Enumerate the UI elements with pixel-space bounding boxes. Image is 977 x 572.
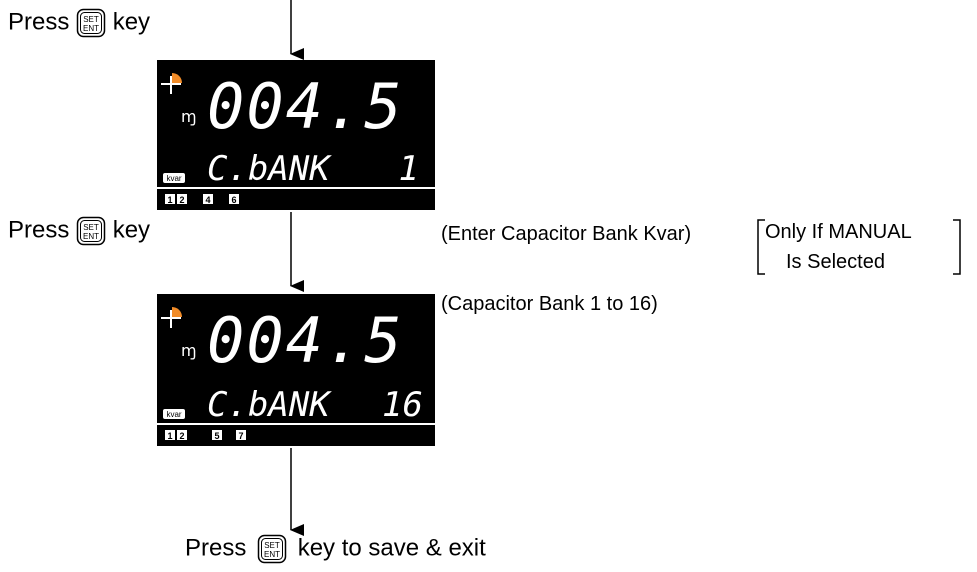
display1-led-4: 6 — [231, 195, 236, 205]
display1-bank: 1 — [399, 149, 419, 189]
display2-value: 004.5 — [207, 304, 404, 377]
only-if-bracket-note: Only If MANUAL Is Selected — [756, 216, 966, 278]
step1-press-text: Press — [8, 8, 70, 36]
step1-key-text: key — [112, 8, 151, 36]
m-unit-icon: ɱ — [181, 107, 197, 126]
lcd-display-1-graphic: ɱ 004.5 C.bANK 1 kvar 1 2 4 6 — [157, 70, 435, 205]
step2-key-text: key — [112, 216, 151, 244]
set-ent-key-icon: SET ENT — [76, 8, 106, 38]
key-icon-bottom-text: ENT — [83, 24, 99, 33]
set-ent-key-icon: SET ENT — [257, 534, 287, 564]
display1-unit: kvar — [166, 174, 181, 183]
key-icon-top-text: SET — [83, 223, 99, 232]
key-icon-bottom-text: ENT — [264, 550, 280, 559]
key-icon-top-text: SET — [83, 15, 99, 24]
is-selected-text: Is Selected — [786, 251, 885, 273]
final-tail-text: key to save & exit — [297, 534, 486, 562]
display1-led-2: 2 — [179, 195, 184, 205]
display2-text: C.bANK — [207, 385, 332, 425]
display2-unit: kvar — [166, 410, 181, 419]
display2-led-1: 1 — [167, 431, 172, 441]
lcd-display-2-graphic: ɱ 004.5 C.bANK 16 kvar 1 2 5 7 — [157, 304, 435, 441]
key-icon-bottom-text: ENT — [83, 232, 99, 241]
display1-led-3: 4 — [205, 195, 210, 205]
crosshair-icon — [161, 73, 182, 94]
enter-kvar-note: (Enter Capacitor Bank Kvar) — [441, 223, 692, 245]
display2-led-3: 5 — [214, 431, 219, 441]
flow-arrows — [290, 0, 304, 536]
display1-value: 004.5 — [207, 70, 404, 143]
display2-bank: 16 — [382, 385, 423, 425]
crosshair-icon — [161, 307, 182, 328]
display2-led-4: 7 — [238, 431, 243, 441]
display1-text: C.bANK — [207, 149, 332, 189]
final-press-text: Press — [185, 534, 247, 562]
display2-led-2: 2 — [179, 431, 184, 441]
led-indicators-1: 1 2 4 6 — [165, 194, 239, 205]
m-unit-icon: ɱ — [181, 341, 197, 360]
only-if-text: Only If MANUAL — [765, 221, 912, 243]
final-label: Press SET ENT key to save & exit — [185, 534, 486, 564]
display1-led-1: 1 — [167, 195, 172, 205]
key-icon-top-text: SET — [264, 541, 280, 550]
lcd-display-1: ɱ 004.5 C.bANK 1 kvar 1 2 4 6 — [157, 60, 435, 210]
led-indicators-2: 1 2 5 7 — [165, 430, 246, 441]
set-ent-key-icon: SET ENT — [76, 216, 106, 246]
step2-press-text: Press — [8, 216, 70, 244]
step1-label: Press SET ENT key — [8, 8, 150, 38]
step2-label: Press SET ENT key — [8, 216, 150, 246]
bank-range-note: (Capacitor Bank 1 to 16) — [441, 293, 658, 315]
lcd-display-2: ɱ 004.5 C.bANK 16 kvar 1 2 5 7 — [157, 294, 435, 446]
